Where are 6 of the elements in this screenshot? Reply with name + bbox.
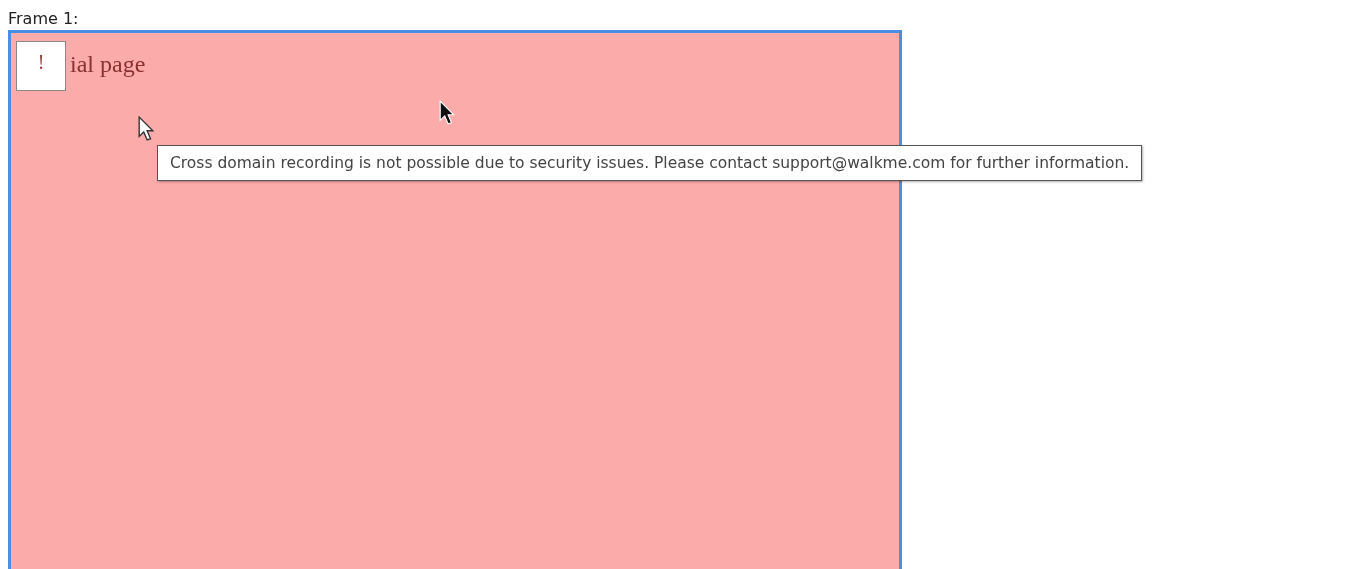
cursor-icon: [138, 116, 154, 141]
page-heading: ial page: [70, 50, 146, 78]
warning-badge: !: [16, 41, 66, 91]
cursor-icon: [439, 100, 455, 125]
tooltip: Cross domain recording is not possible due to security issues. Please contact support@walkme.com for further information.: [157, 145, 1143, 181]
frame-label: Frame 1:: [8, 8, 79, 30]
